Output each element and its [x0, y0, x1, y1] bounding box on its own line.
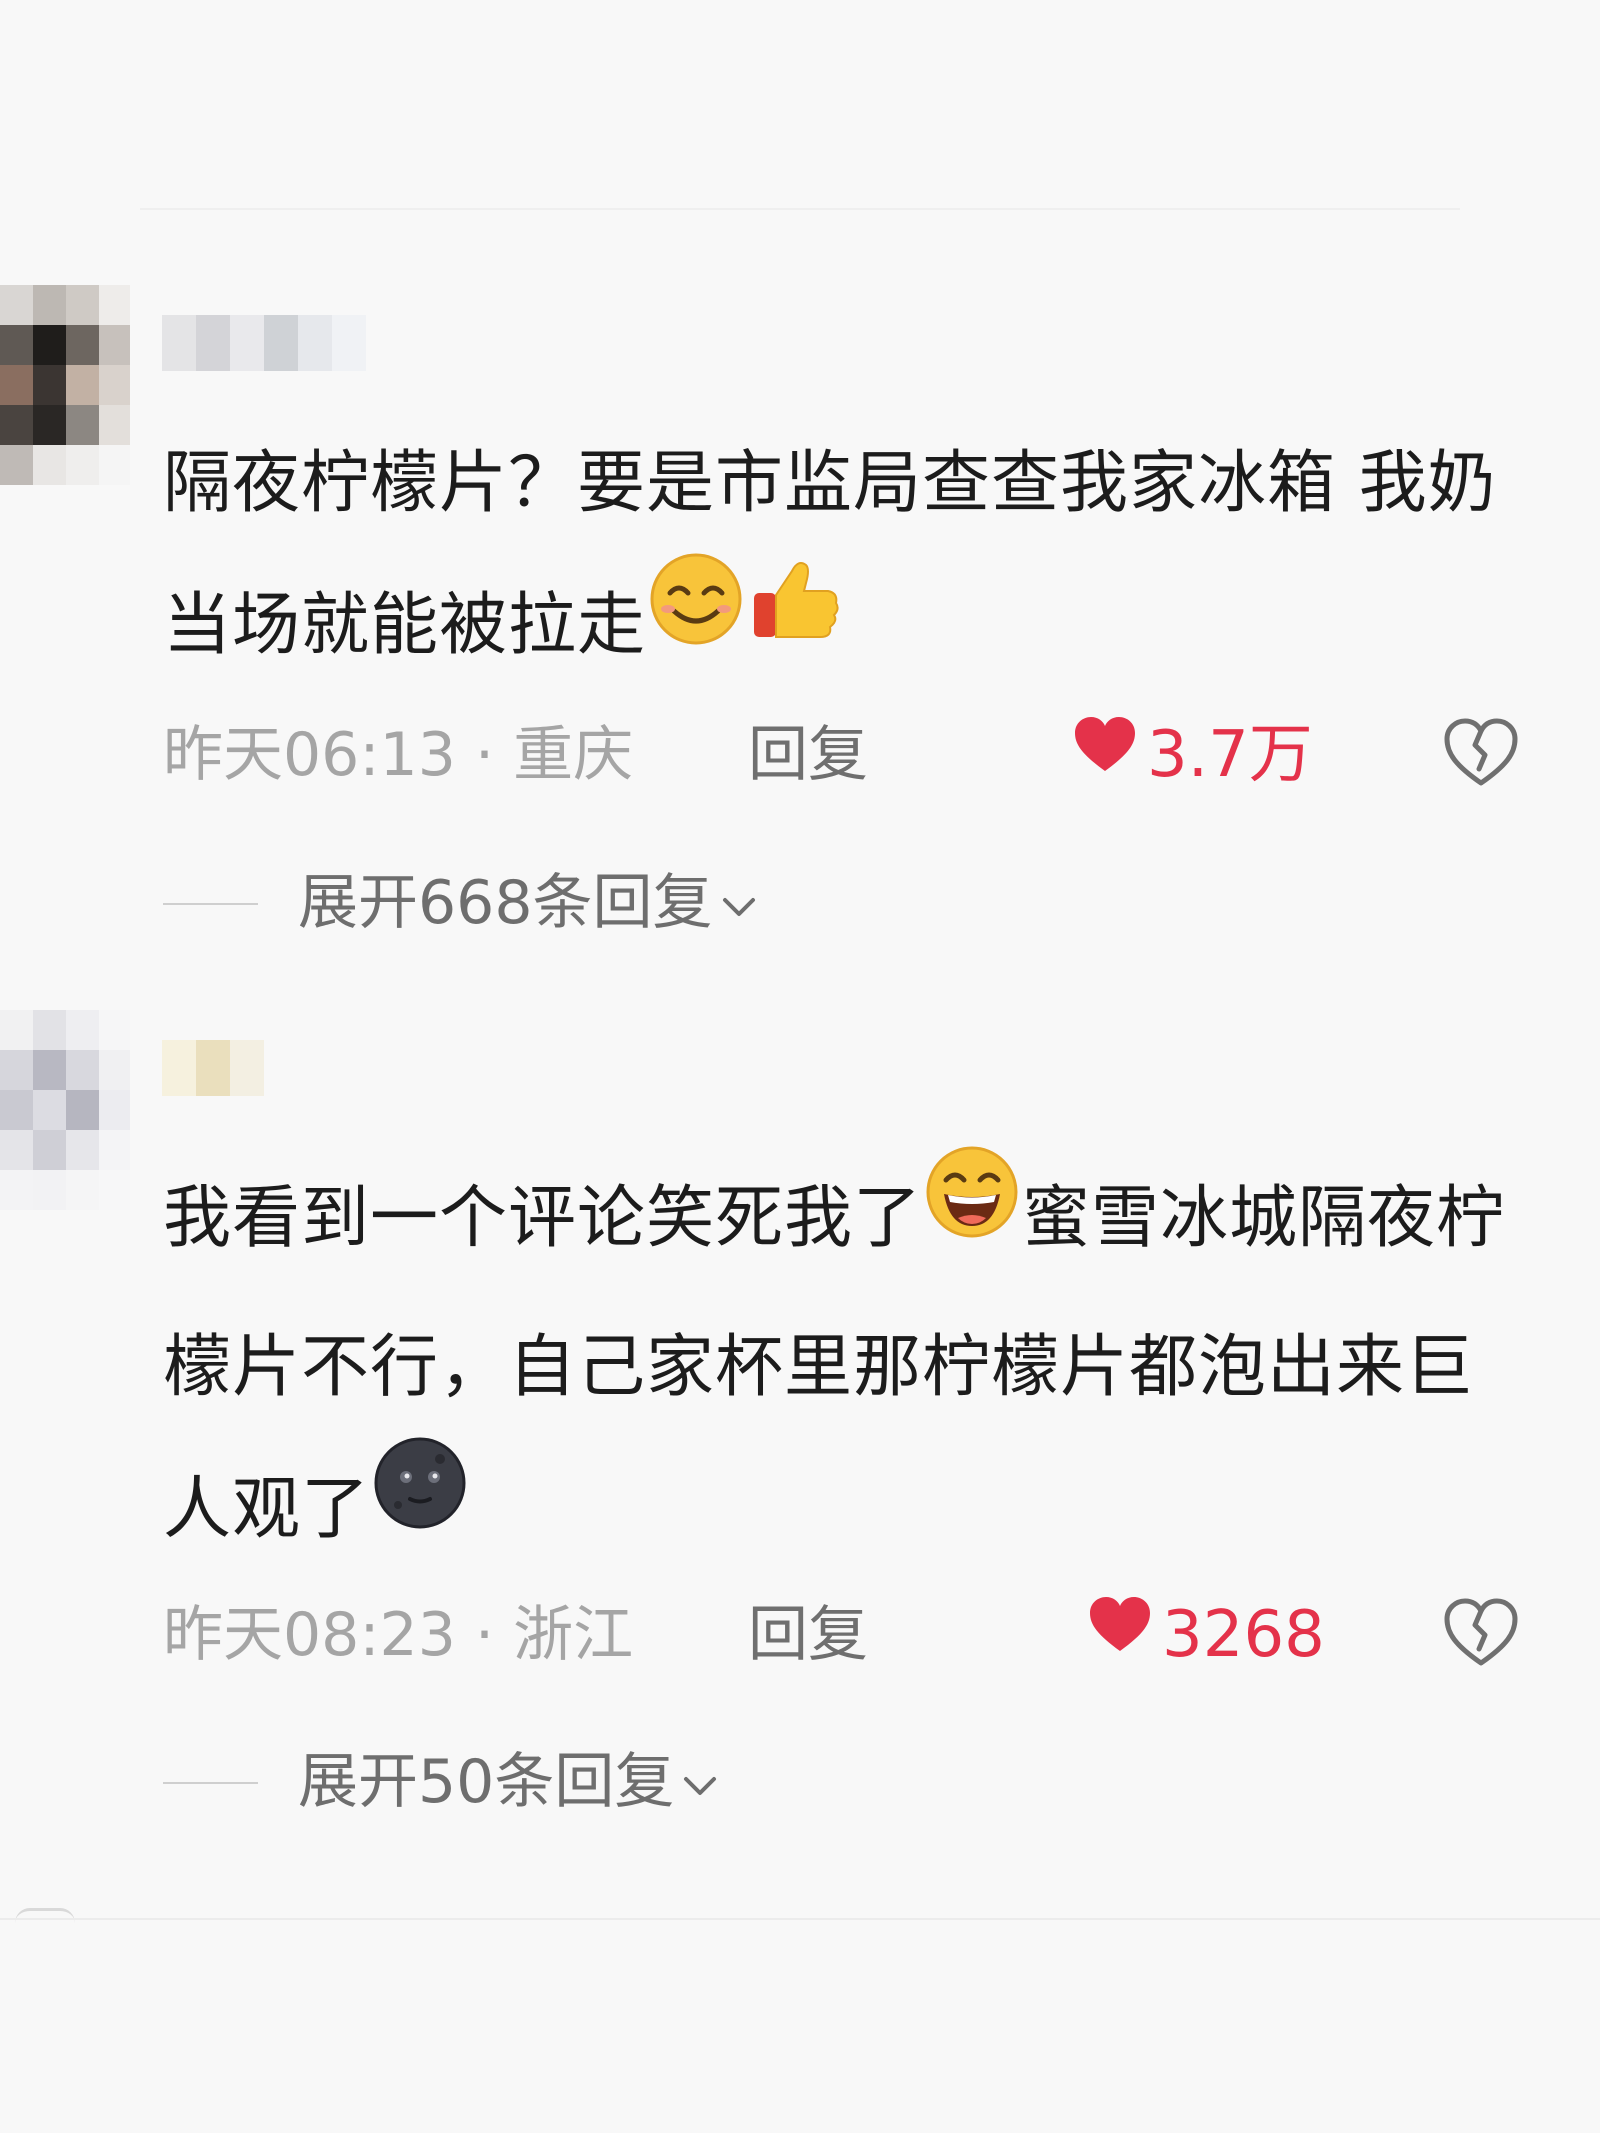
divider-dash — [163, 903, 258, 905]
smiling-face-icon — [646, 549, 746, 698]
heart-icon — [1088, 1592, 1152, 1672]
reply-button[interactable]: 回复 — [748, 715, 868, 795]
heart-icon — [1073, 712, 1137, 792]
username-blurred[interactable] — [162, 1040, 264, 1096]
expand-replies-label: 展开668条回复 — [298, 868, 713, 938]
thumbs-up-icon — [746, 549, 846, 698]
comment-meta: 昨天08:23 · 浙江 回复 3268 — [163, 1595, 1523, 1675]
dislike-button[interactable] — [1443, 1597, 1519, 1687]
new-moon-face-icon — [370, 1433, 470, 1582]
like-button[interactable]: 3268 — [1088, 1595, 1325, 1678]
avatar[interactable] — [0, 285, 130, 485]
like-count: 3268 — [1162, 1598, 1325, 1672]
dislike-button[interactable] — [1443, 717, 1519, 807]
like-count: 3.7万 — [1147, 718, 1313, 792]
broken-heart-icon — [1444, 1598, 1518, 1666]
expand-replies-label: 展开50条回复 — [298, 1747, 675, 1817]
comment-text: 隔夜柠檬片？要是市监局查查我家冰箱 我奶当场就能被拉走 — [163, 413, 1523, 704]
like-button[interactable]: 3.7万 — [1073, 715, 1313, 798]
bottom-divider — [0, 1918, 1600, 1920]
top-divider — [140, 208, 1460, 210]
username-blurred[interactable] — [162, 315, 366, 371]
broken-heart-icon — [1444, 718, 1518, 786]
comment-meta: 昨天06:13 · 重庆 回复 3.7万 — [163, 715, 1523, 795]
avatar[interactable] — [0, 1010, 130, 1210]
chevron-down-icon — [680, 1741, 720, 1821]
chevron-down-icon — [719, 862, 759, 942]
comment-text-content: 我看到一个评论笑死我了 — [163, 1179, 923, 1259]
comment-time-location: 昨天08:23 · 浙江 — [163, 1600, 634, 1670]
reply-button[interactable]: 回复 — [748, 1595, 868, 1675]
comment-text: 我看到一个评论笑死我了 蜜雪冰城隔夜柠檬片不行，自己家杯里那柠檬片都泡出来巨人观了 — [163, 1146, 1523, 1588]
grinning-face-icon — [922, 1142, 1022, 1291]
comment-time-location: 昨天06:13 · 重庆 — [163, 720, 634, 790]
next-avatar-edge — [15, 1908, 75, 1923]
divider-dash — [163, 1782, 258, 1784]
